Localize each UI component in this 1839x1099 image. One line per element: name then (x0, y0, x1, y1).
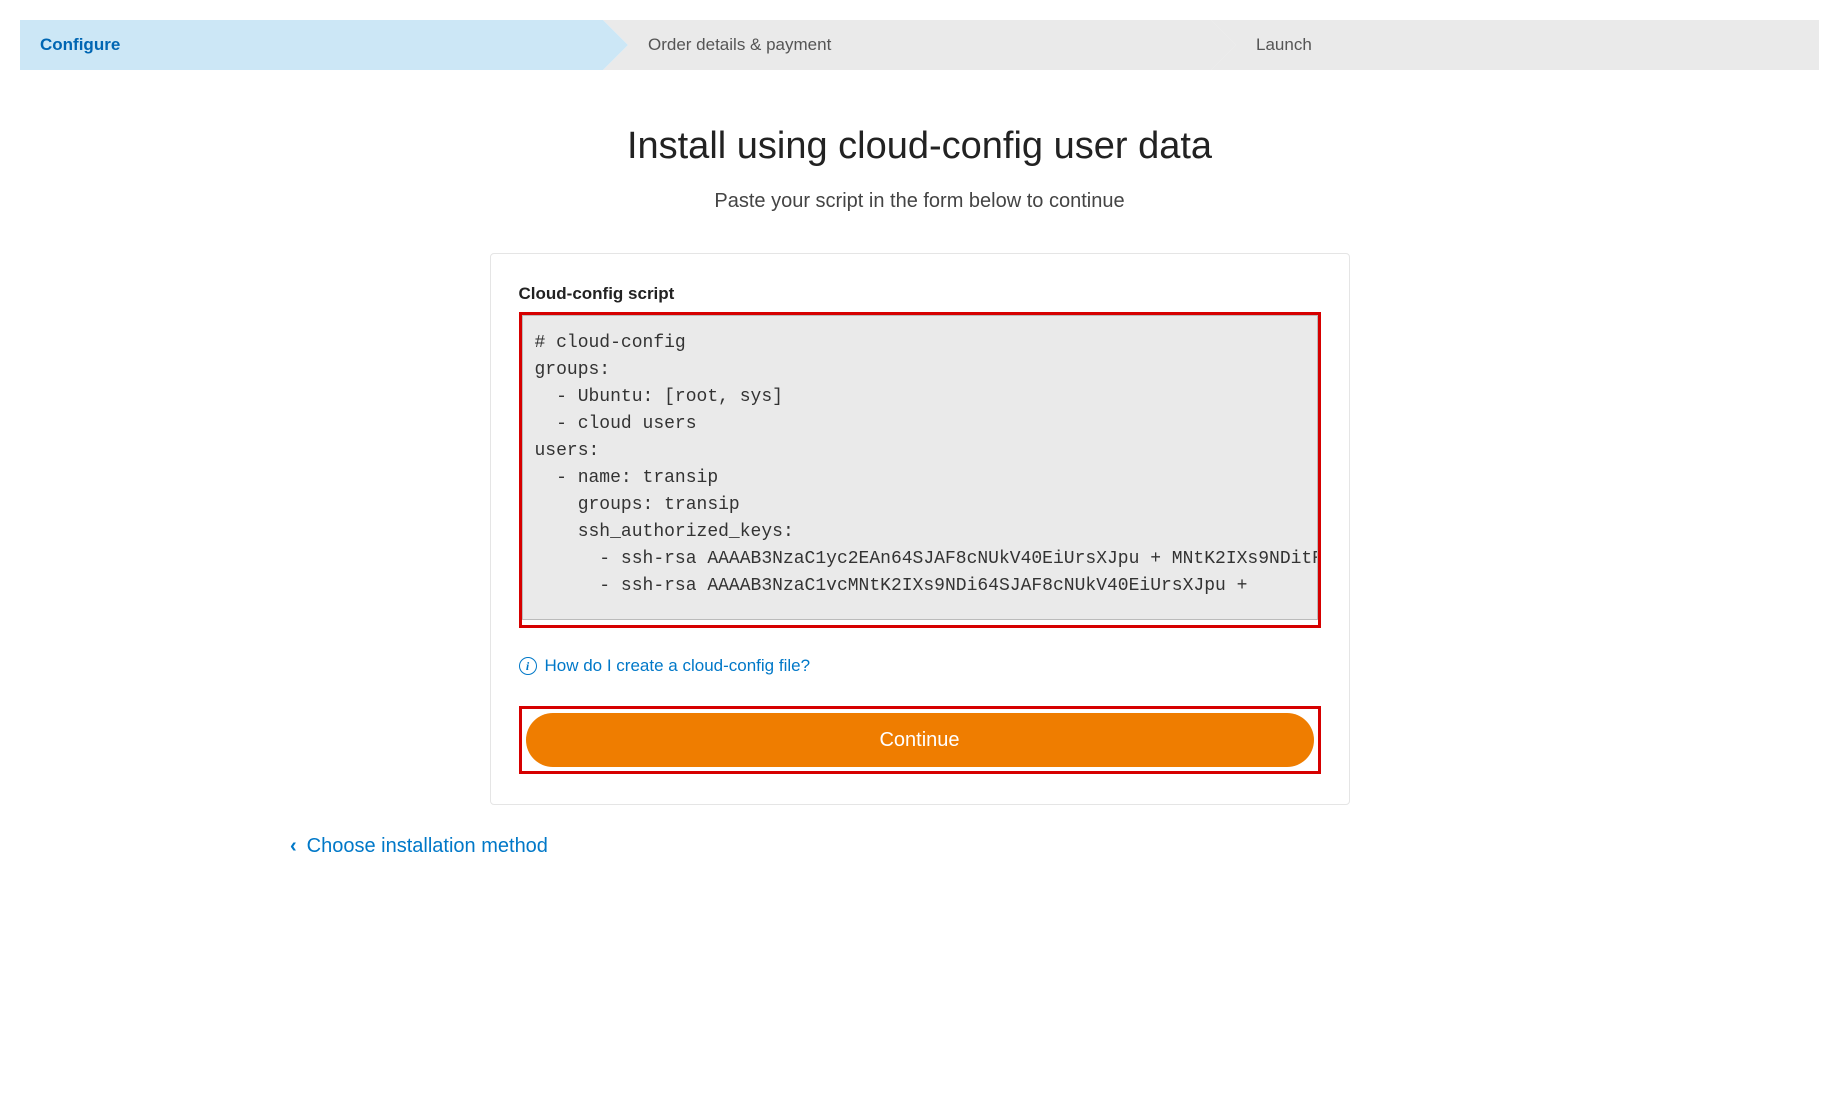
config-card: Cloud-config script i How do I create a … (490, 253, 1350, 805)
script-label: Cloud-config script (519, 284, 1321, 304)
continue-highlight-box: Continue (519, 706, 1321, 774)
help-link-label: How do I create a cloud-config file? (545, 656, 811, 676)
cloud-config-script-input[interactable] (522, 315, 1318, 620)
progress-bar: Configure Order details & payment Launch (20, 20, 1819, 70)
help-link[interactable]: i How do I create a cloud-config file? (519, 656, 811, 676)
progress-step-configure[interactable]: Configure (20, 20, 603, 70)
progress-step-label: Order details & payment (648, 35, 831, 55)
progress-step-label: Launch (1256, 35, 1312, 55)
back-link-label: Choose installation method (307, 835, 548, 858)
page-subtitle: Paste your script in the form below to c… (0, 190, 1839, 213)
chevron-left-icon: ‹ (290, 835, 297, 858)
progress-step-launch[interactable]: Launch (1211, 20, 1819, 70)
back-link[interactable]: ‹ Choose installation method (290, 835, 548, 858)
continue-button[interactable]: Continue (526, 713, 1314, 767)
script-highlight-box (519, 312, 1321, 628)
progress-step-order[interactable]: Order details & payment (603, 20, 1211, 70)
page-title: Install using cloud-config user data (0, 125, 1839, 168)
info-icon: i (519, 657, 537, 675)
progress-step-label: Configure (40, 35, 120, 55)
